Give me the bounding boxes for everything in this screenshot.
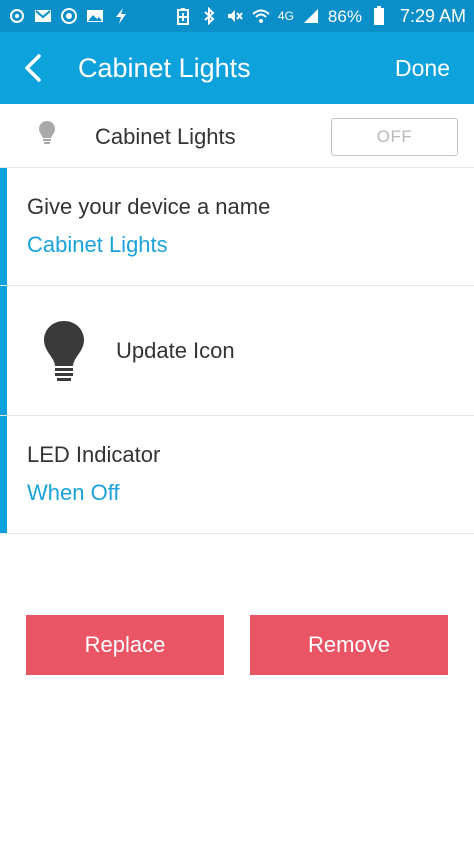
gallery-icon [86, 7, 104, 25]
mute-icon [226, 7, 244, 25]
clock: 7:29 AM [399, 6, 466, 26]
status-bar: 4G 86% 7:29 AM [0, 0, 474, 32]
device-name: Cabinet Lights [95, 124, 236, 149]
battery-percent: 86% [327, 6, 362, 26]
gmail-icon [34, 7, 52, 25]
wifi-icon [252, 7, 270, 25]
power-toggle[interactable]: OFF [331, 118, 458, 156]
device-header-row: Cabinet Lights OFF [0, 104, 474, 168]
done-button[interactable]: Done [395, 55, 450, 82]
network-type-label: 4G [277, 9, 294, 23]
update-icon-setting[interactable]: Update Icon [0, 286, 474, 416]
back-button[interactable] [0, 32, 66, 104]
flash-icon [112, 7, 130, 25]
update-icon-label: Update Icon [116, 338, 235, 363]
system-icons: 4G 86% 7:29 AM [174, 6, 466, 26]
app-bar: Cabinet Lights Done [0, 32, 474, 104]
notification-icons [8, 7, 130, 25]
device-name-setting[interactable]: Give your device a name Cabinet Lights [0, 168, 474, 286]
led-indicator-label: LED Indicator [27, 442, 161, 467]
chevron-left-icon [25, 54, 41, 82]
remove-button[interactable]: Remove [250, 615, 448, 675]
replace-button[interactable]: Replace [26, 615, 224, 675]
name-setting-label: Give your device a name [27, 194, 271, 219]
lightbulb-icon [39, 121, 55, 144]
page-title: Cabinet Lights [78, 52, 251, 83]
name-setting-value: Cabinet Lights [27, 232, 168, 257]
circle-app-icon [60, 7, 78, 25]
led-indicator-setting[interactable]: LED Indicator When Off [0, 416, 474, 534]
lightbulb-icon [44, 321, 84, 381]
led-indicator-value: When Off [27, 480, 120, 505]
bluetooth-icon [200, 7, 218, 25]
battery-saver-icon [174, 7, 192, 25]
battery-icon [370, 6, 388, 25]
signal-icon [302, 7, 320, 25]
settings-gear-icon [8, 7, 26, 25]
